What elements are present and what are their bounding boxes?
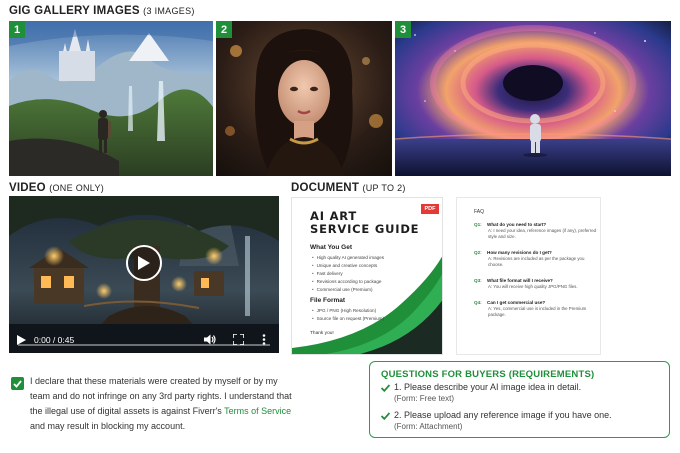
doc-file-format: File Format (310, 297, 346, 304)
faq-answer: A: Yes, commercial use is included in th… (488, 306, 587, 317)
document-subtitle: (UP TO 2) (362, 183, 406, 193)
faq-answer: A: You will receive high quality JPG/PNG… (488, 284, 578, 289)
doc-item: Commercial use (Premium) (312, 286, 384, 294)
question-1-form: (Form: Free text) (394, 394, 455, 403)
declaration-checkbox[interactable] (11, 377, 24, 390)
declaration-text-after: and may result in blocking my account. (30, 421, 186, 431)
faq-answer: A: I need your idea, reference images (i… (488, 228, 597, 239)
faq-question: Can I get commercial use? (487, 300, 546, 305)
doc-item: Fast delivery (312, 270, 384, 278)
gallery-image-1[interactable]: 1 (9, 21, 213, 176)
doc-format: JPG / PNG (High Resolution) (312, 307, 384, 315)
video-title: VIDEO (9, 182, 46, 194)
questions-title: QUESTIONS FOR BUYERS (REQUIREMENTS) (381, 369, 595, 380)
faq-item: Q1: What do you need to start? A: I need … (474, 221, 598, 240)
checkbox-icon (13, 379, 22, 388)
doc-thanks: Thank you! (310, 331, 334, 336)
faq-heading: FAQ (474, 209, 485, 215)
video-subtitle: (ONE ONLY) (49, 183, 105, 193)
doc-heading-line2: SERVICE GUIDE (310, 222, 420, 236)
doc-item: Revisions according to package (312, 278, 384, 286)
question-2-text: 2. Please upload any reference image if … (394, 410, 612, 420)
check-icon (381, 384, 390, 392)
question-1-text: 1. Please describe your AI image idea in… (394, 382, 582, 392)
video-progress-track[interactable] (18, 344, 270, 346)
doc-format: Source file on request (Premium) (312, 315, 384, 323)
video-controls: 0:00 / 0:45 (9, 327, 279, 353)
cosmic-astronaut-image (395, 21, 671, 176)
fantasy-landscape-image (9, 21, 213, 176)
document-section-title: DOCUMENT (UP TO 2) (291, 182, 406, 194)
gallery-badge-3: 3 (395, 21, 411, 38)
document-page-2[interactable]: FAQ Q1: What do you need to start? A: I n… (456, 197, 601, 355)
play-button[interactable] (126, 245, 162, 281)
pdf-badge: PDF (421, 204, 439, 214)
doc-item: High quality AI generated images (312, 254, 384, 262)
gallery-title: GIG GALLERY IMAGES (9, 5, 140, 17)
faq-question: What do you need to start? (487, 222, 547, 227)
gallery-section-title: GIG GALLERY IMAGES (3 IMAGES) (9, 5, 195, 17)
gallery-count: (3 IMAGES) (143, 6, 195, 16)
faq-number: Q3: (474, 278, 482, 283)
question-2-form: (Form: Attachment) (394, 422, 463, 431)
faq-list: Q1: What do you need to start? A: I need … (474, 221, 598, 318)
faq-number: Q2: (474, 250, 482, 255)
gallery-badge-2: 2 (216, 21, 232, 38)
doc-item: Unique and creative concepts (312, 262, 384, 270)
questions-box: QUESTIONS FOR BUYERS (REQUIREMENTS) 1. P… (369, 361, 670, 438)
document-title: DOCUMENT (291, 182, 360, 194)
video-player[interactable]: 0:00 / 0:45 (9, 196, 279, 353)
play-icon (138, 256, 150, 270)
video-section-title: VIDEO (ONE ONLY) (9, 182, 104, 194)
doc-heading-line1: AI ART (310, 209, 358, 223)
check-icon (381, 412, 390, 420)
doc-items-list: High quality AI generated images Unique … (312, 254, 384, 294)
document-page-1[interactable]: PDF AI ART SERVICE GUIDE What You Get Hi… (291, 197, 443, 355)
doc-what-you-get: What You Get (310, 244, 353, 251)
portrait-image (216, 21, 392, 176)
faq-item: Q3: What file format will I receive? A: Y… (474, 277, 598, 290)
faq-item: Q2: How many revisions do I get? A: Revis… (474, 249, 598, 268)
gallery-image-3[interactable]: 3 (395, 21, 671, 176)
faq-question: What file format will I receive? (487, 278, 553, 283)
faq-answer: A: Revisions are included as per the pac… (488, 256, 585, 267)
declaration-text: I declare that these materials were crea… (30, 374, 292, 434)
faq-number: Q1: (474, 222, 482, 227)
faq-question: How many revisions do I get? (487, 250, 552, 255)
gallery-image-2[interactable]: 2 (216, 21, 392, 176)
faq-number: Q4: (474, 300, 482, 305)
terms-of-service-link[interactable]: Terms of Service (224, 406, 291, 416)
doc-formats-list: JPG / PNG (High Resolution) Source file … (312, 307, 384, 323)
gallery-badge-1: 1 (9, 21, 25, 38)
faq-item: Q4: Can I get commercial use? A: Yes, com… (474, 299, 598, 318)
